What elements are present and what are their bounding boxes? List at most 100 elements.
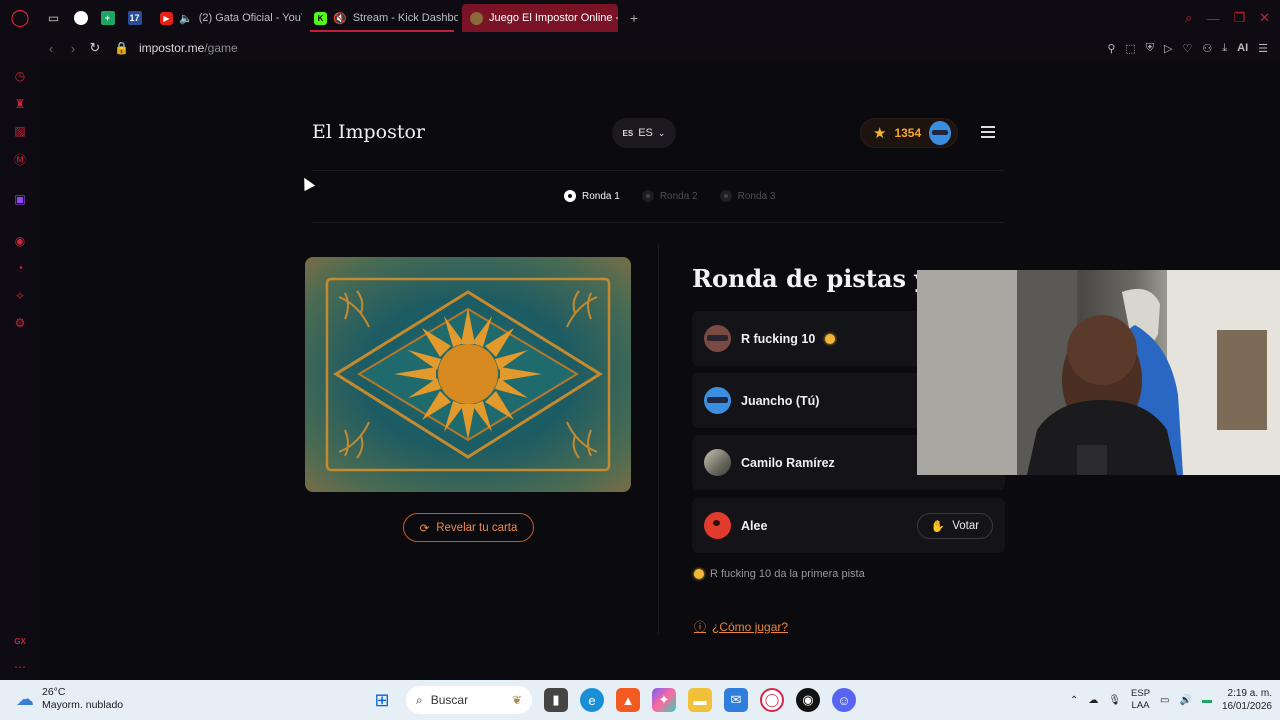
restore-icon[interactable]: ❐ <box>1233 10 1245 26</box>
url-field[interactable]: 🔒 impostor.me/game <box>114 41 238 55</box>
minimize-icon[interactable]: — <box>1206 11 1219 26</box>
vote-button[interactable]: ✋ Votar <box>917 512 993 539</box>
round-3: Ronda 3 <box>719 190 775 202</box>
settings-icon[interactable]: ⚙ <box>13 316 27 330</box>
chevron-up-icon[interactable]: ⌃ <box>1070 695 1078 706</box>
player-name: R fucking 10 <box>741 331 816 346</box>
file-explorer-icon[interactable]: ▬ <box>688 688 712 712</box>
pinned-tab-17[interactable]: 17 <box>121 0 148 36</box>
snapshot-icon[interactable]: ⬚ <box>1125 42 1135 55</box>
site-title[interactable]: El Impostor <box>312 121 425 143</box>
clue-status: R fucking 10 da la primera pista <box>694 568 865 580</box>
gx-cleaner-icon[interactable]: ▨ <box>13 124 27 138</box>
pin-icon[interactable]: ⚲ <box>1107 42 1115 55</box>
score-pill[interactable]: ★ 1354 <box>860 118 958 148</box>
extensions-icon[interactable]: ✧ <box>13 289 27 303</box>
cloud-icon: ☁ <box>16 689 34 709</box>
language-top: ESP <box>1131 688 1151 699</box>
volume-icon[interactable]: 🔊 <box>1179 695 1191 706</box>
microphone-icon[interactable]: 🎙 <box>1108 695 1121 706</box>
player-name: Camilo Ramírez <box>741 455 835 470</box>
player-avatar <box>704 512 731 539</box>
reload-icon[interactable]: ↻ <box>84 40 106 56</box>
task-view-icon[interactable]: ▮ <box>544 688 568 712</box>
monitor-icon[interactable]: ▭ <box>1160 695 1169 706</box>
muted-speaker-icon: 🔇 <box>333 12 347 25</box>
how-to-play-link[interactable]: ⓘ ¿Cómo jugar? <box>694 618 788 635</box>
account-icon[interactable]: ⚇ <box>1202 42 1212 55</box>
window-controls: ⌕ — ❐ ✕ <box>1185 0 1270 36</box>
opera-menu-icon[interactable]: ◯ <box>0 0 40 36</box>
back-icon[interactable]: ‹ <box>40 41 62 56</box>
language-code-small: ES <box>622 128 634 138</box>
player-avatar <box>704 325 731 352</box>
tab-youtube[interactable]: ▶ 🔈 (2) Gata Oficial - YouTu <box>152 4 302 32</box>
opera-gx-icon[interactable]: ◯ <box>760 688 784 712</box>
ai-button[interactable]: AI <box>1237 42 1248 54</box>
pinned-tab-obs[interactable] <box>67 0 94 36</box>
forward-icon[interactable]: › <box>62 41 84 56</box>
edge-icon[interactable]: e <box>580 688 604 712</box>
pinned-tab-gamepad[interactable]: ▭ <box>40 0 67 36</box>
plus-icon: + <box>629 10 639 26</box>
player-icon[interactable]: ◉ <box>13 234 27 248</box>
player-name: Alee <box>741 518 768 533</box>
gx-corner-icon[interactable]: ♜ <box>13 97 27 111</box>
obs-taskbar-icon[interactable]: ◉ <box>796 688 820 712</box>
battery-icon[interactable]: ▬ <box>1202 695 1212 706</box>
secret-card[interactable] <box>305 257 631 492</box>
gx-logo-icon[interactable]: GX <box>13 634 27 648</box>
input-language[interactable]: ESP LAA <box>1131 688 1150 712</box>
search-tabs-icon[interactable]: ⌕ <box>1185 10 1192 26</box>
new-tab-button[interactable]: + <box>622 6 646 30</box>
how-to-play-label: ¿Cómo jugar? <box>712 619 789 634</box>
search-placeholder: Buscar <box>430 693 469 707</box>
outlook-icon[interactable]: ✉ <box>724 688 748 712</box>
clock[interactable]: 2:19 a. m. 16/01/2026 <box>1222 687 1272 713</box>
close-icon[interactable]: ✕ <box>1259 10 1270 26</box>
windows-start-icon[interactable]: ⊞ <box>370 688 394 712</box>
cloud-sync-icon[interactable]: ☁ <box>1088 695 1098 706</box>
shield-icon[interactable]: ⛨ <box>1146 42 1154 55</box>
player-row[interactable]: Alee ✋ Votar <box>692 498 1005 553</box>
tab-label: (2) Gata Oficial - YouTu <box>198 12 302 24</box>
chevron-down-icon: ⌄ <box>657 127 666 138</box>
system-tray: ⌃ ☁ 🎙 ESP LAA ▭ 🔊 ▬ 2:19 a. m. 16/01/202… <box>1070 680 1272 720</box>
reveal-card-button[interactable]: ⟳ Revelar tu carta <box>403 513 534 542</box>
tab-bar: ◯ ▭ + 17 ▶ 🔈 (2) Gata Oficial - YouTu K … <box>0 0 1280 36</box>
lock-icon: 🔒 <box>114 41 129 55</box>
download-icon[interactable]: ⤓ <box>1222 42 1227 55</box>
tab-label: Juego El Impostor Online - <box>489 12 618 24</box>
hamburger-menu-icon[interactable] <box>981 126 995 138</box>
round-1: Ronda 1 <box>564 190 620 202</box>
heart-icon[interactable]: ♡ <box>1183 42 1193 55</box>
clock-date: 16/01/2026 <box>1221 701 1272 712</box>
impostor-icon <box>470 11 483 25</box>
rounds-divider <box>312 222 1004 223</box>
weather-widget[interactable]: ☁ 26°C Mayorm. nublado <box>14 686 123 712</box>
kick-icon: K <box>314 11 327 25</box>
language-selector[interactable]: ES ES ⌄ <box>612 118 676 148</box>
menu-icon[interactable]: ☰ <box>1258 42 1268 55</box>
copilot-icon[interactable]: ✦ <box>652 688 676 712</box>
tab-impostor[interactable]: Juego El Impostor Online - <box>462 4 618 32</box>
history-icon[interactable]: ◔ <box>13 261 27 275</box>
url-host: impostor.me <box>138 41 205 55</box>
speed-dial-icon[interactable]: ◷ <box>13 69 27 83</box>
discord-icon[interactable]: ☺ <box>832 688 856 712</box>
round-dot-icon <box>564 190 576 202</box>
play-icon[interactable]: ▷ <box>1164 42 1172 55</box>
messenger-icon[interactable]: Ⓜ <box>13 152 27 167</box>
brave-icon[interactable]: ▲ <box>616 688 640 712</box>
ai-label: AI <box>1237 42 1249 54</box>
search-icon: ⌕ <box>416 692 423 707</box>
taskbar-search[interactable]: ⌕ Buscar ❦ <box>406 686 532 714</box>
pinned-tab-sheets[interactable]: + <box>94 0 121 36</box>
webcam-overlay <box>917 270 1280 475</box>
clue-status-text: R fucking 10 da la primera pista <box>710 568 865 580</box>
tab-kick[interactable]: K 🔇 Stream - Kick Dashboa <box>306 4 458 32</box>
youtube-icon: ▶ <box>160 11 173 25</box>
twitch-icon[interactable]: ▣ <box>13 192 27 206</box>
more-icon[interactable]: ⋯ <box>13 660 27 674</box>
reveal-card-label: Revelar tu carta <box>436 521 518 534</box>
